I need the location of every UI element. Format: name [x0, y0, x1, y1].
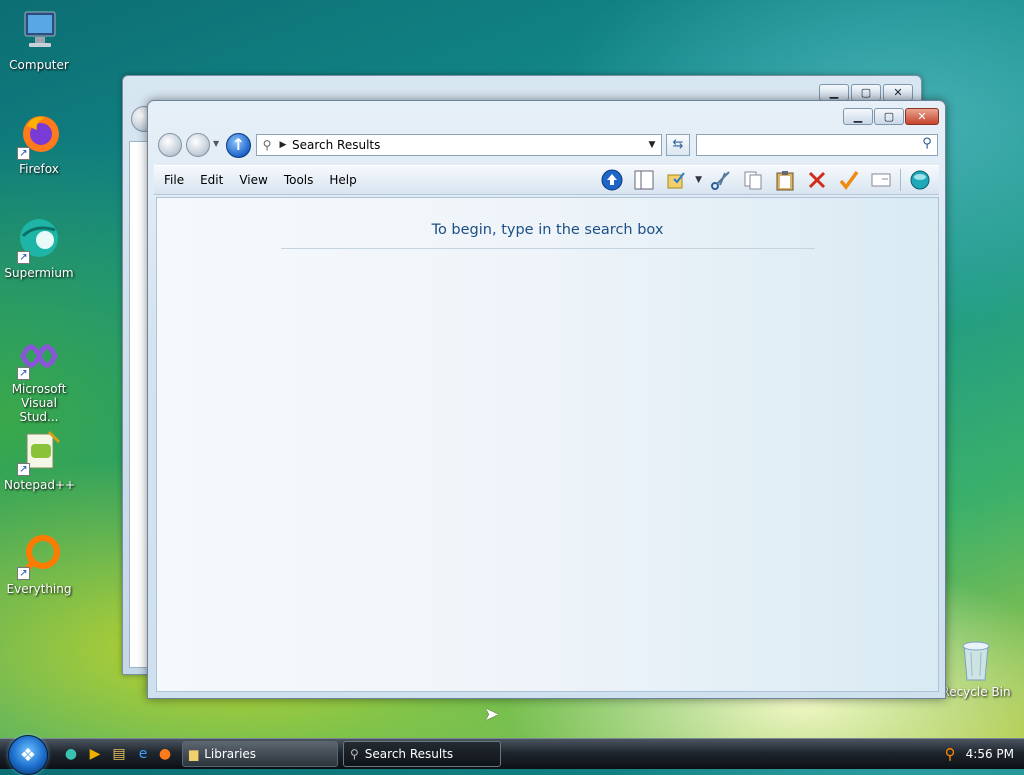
desktop-icon-visual-studio[interactable]: ↗ Microsoft Visual Stud...	[4, 332, 74, 424]
desktop-icon-firefox[interactable]: ↗ Firefox	[4, 112, 74, 176]
delete-icon[interactable]	[804, 168, 830, 192]
search-icon: ⚲	[350, 747, 359, 761]
computer-icon	[15, 8, 63, 56]
globe-icon[interactable]	[907, 168, 933, 192]
desktop-icon-computer[interactable]: Computer	[4, 8, 74, 72]
navigation-bar: ▼ ↑ ⚲ ▶ Search Results ▼ ⇆ ⚲	[156, 131, 939, 159]
toolbar: ▼	[599, 168, 933, 192]
minimize-icon[interactable]: ▁	[843, 108, 873, 125]
supermium-quicklaunch-icon[interactable]: ●	[62, 745, 80, 763]
address-dropdown-icon[interactable]: ▼	[643, 140, 661, 150]
desktop-icon-notepad-plus-plus[interactable]: ↗ Notepad++	[4, 428, 76, 492]
address-text: Search Results	[292, 138, 381, 152]
close-icon[interactable]: ✕	[883, 84, 913, 101]
address-bar[interactable]: ⚲ ▶ Search Results ▼	[256, 134, 662, 156]
desktop-icon-label: Notepad++	[4, 478, 76, 492]
desktop-icon-recycle-bin[interactable]: Recycle Bin	[940, 638, 1012, 699]
recycle-bin-icon	[940, 638, 1012, 685]
visual-studio-icon: ↗	[15, 332, 63, 380]
shortcut-arrow-icon: ↗	[17, 463, 30, 476]
desktop-icon-label: Firefox	[19, 162, 59, 176]
menu-file[interactable]: File	[158, 173, 190, 187]
background-window-controls: ▁ ▢ ✕	[819, 84, 913, 101]
search-hint-text: To begin, type in the search box	[431, 222, 664, 238]
search-results-window[interactable]: ▁ ▢ ✕ ▼ ↑ ⚲ ▶ Search Results ▼ ⇆ ⚲ File …	[147, 100, 946, 699]
cut-icon[interactable]	[708, 168, 734, 192]
properties-icon[interactable]	[868, 168, 894, 192]
desktop-icon-everything[interactable]: ↗ Everything	[4, 532, 74, 596]
view-dropdown-icon[interactable]: ▼	[695, 175, 702, 185]
window-controls: ▁ ▢ ✕	[843, 108, 939, 125]
desktop-icon-label: Computer	[9, 58, 69, 72]
notepad-plus-plus-icon: ↗	[15, 428, 63, 476]
desktop-icon-label: Microsoft Visual Stud...	[11, 382, 67, 424]
firefox-icon: ↗	[15, 112, 63, 160]
minimize-icon[interactable]: ▁	[819, 84, 849, 101]
taskbar: ❖ ● ▶ ▤ e ● ▆ Libraries ⚲ Search Results…	[0, 735, 1024, 775]
folder-check-icon[interactable]	[663, 168, 689, 192]
menu-view[interactable]: View	[233, 173, 273, 187]
everything-tray-icon[interactable]: ⚲	[945, 745, 956, 763]
paste-icon[interactable]	[772, 168, 798, 192]
menu-help[interactable]: Help	[323, 173, 362, 187]
forward-button[interactable]	[186, 133, 210, 157]
preview-pane-icon[interactable]	[631, 168, 657, 192]
maximize-icon[interactable]: ▢	[874, 108, 904, 125]
media-player-icon[interactable]: ▶	[86, 745, 104, 763]
menu-bar: File Edit View Tools Help ▼	[154, 165, 939, 195]
maximize-icon[interactable]: ▢	[851, 84, 881, 101]
menu-tools[interactable]: Tools	[278, 173, 320, 187]
taskbar-button-label: Search Results	[364, 747, 454, 761]
close-icon[interactable]: ✕	[905, 108, 939, 125]
back-button[interactable]	[158, 133, 182, 157]
mouse-cursor-icon: ➤	[484, 704, 500, 725]
everything-search-icon: ↗	[15, 532, 63, 580]
recycle-bin-label: Recycle Bin	[941, 685, 1011, 699]
shortcut-arrow-icon: ↗	[17, 147, 30, 160]
search-results-pane[interactable]: To begin, type in the search box	[156, 197, 939, 692]
hint-divider	[281, 248, 815, 249]
start-button[interactable]: ❖	[8, 735, 48, 775]
taskbar-button-label: Libraries	[204, 747, 257, 761]
checkmark-icon[interactable]	[836, 168, 862, 192]
shortcut-arrow-icon: ↗	[17, 567, 30, 580]
clock[interactable]: 4:56 PM	[966, 747, 1014, 761]
firefox-quicklaunch-icon[interactable]: ●	[156, 745, 174, 763]
desktop-icon-label: Supermium	[4, 266, 74, 280]
toolbar-separator	[900, 169, 901, 191]
history-dropdown-icon[interactable]: ▼	[213, 139, 219, 148]
search-icon: ⚲	[262, 138, 272, 152]
desktop-icon-label: Everything	[6, 582, 72, 596]
up-folder-button[interactable]: ↑	[226, 133, 251, 158]
taskbar-button-search-results[interactable]: ⚲ Search Results	[343, 741, 501, 767]
windows-logo-icon: ❖	[19, 744, 37, 766]
refresh-button[interactable]: ⇆	[666, 134, 690, 156]
taskbar-button-libraries[interactable]: ▆ Libraries	[182, 741, 338, 767]
desktop-icon-supermium[interactable]: ↗ Supermium	[4, 216, 74, 280]
search-icon[interactable]: ⚲	[918, 136, 936, 154]
menu-edit[interactable]: Edit	[194, 173, 229, 187]
breadcrumb-arrow-icon[interactable]: ▶	[277, 140, 289, 150]
shortcut-arrow-icon: ↗	[17, 367, 30, 380]
system-tray: ⚲ 4:56 PM	[945, 745, 1014, 763]
up-arrow-icon[interactable]	[599, 168, 625, 192]
explorer-icon[interactable]: ▤	[110, 745, 128, 763]
shortcut-arrow-icon: ↗	[17, 251, 30, 264]
copy-icon[interactable]	[740, 168, 766, 192]
search-input[interactable]	[696, 134, 938, 156]
folder-icon: ▆	[189, 747, 199, 761]
internet-explorer-icon[interactable]: e	[134, 745, 152, 763]
supermium-icon: ↗	[15, 216, 63, 264]
